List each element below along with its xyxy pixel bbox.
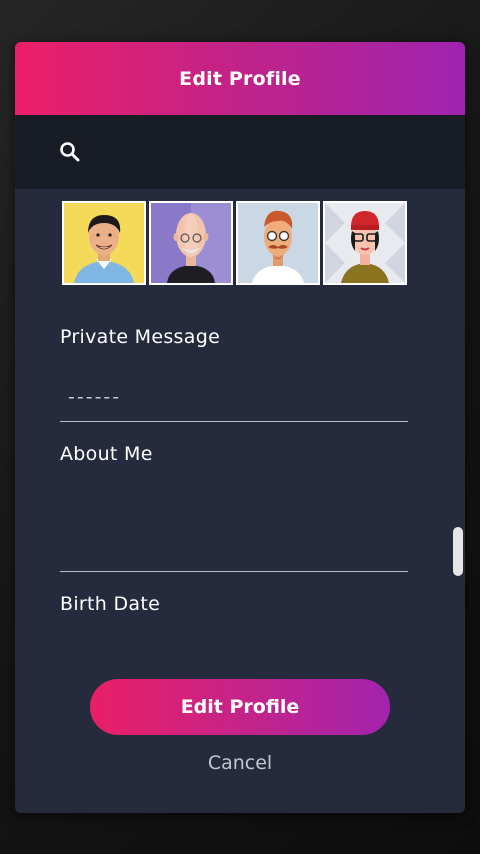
avatar-man-mustache[interactable]	[236, 201, 320, 285]
avatar-bald-man-glasses[interactable]	[149, 201, 233, 285]
avatar-man-smiling[interactable]	[62, 201, 146, 285]
about-me-textarea[interactable]	[60, 482, 412, 570]
about-me-label: About Me	[60, 443, 153, 465]
avatar-picker	[62, 201, 410, 285]
cancel-link[interactable]: Cancel	[15, 752, 465, 774]
modal-title: Edit Profile	[179, 67, 301, 90]
edit-profile-modal: Edit Profile Private Message ------ Abou…	[15, 42, 465, 813]
modal-header: Edit Profile	[15, 42, 465, 115]
private-message-underline	[60, 421, 408, 422]
avatar-woman-red-hat[interactable]	[323, 201, 407, 285]
search-bar	[15, 115, 465, 189]
birth-date-label: Birth Date	[60, 593, 161, 615]
private-message-input[interactable]	[60, 380, 408, 414]
search-input[interactable]	[95, 135, 439, 171]
scrollbar-thumb[interactable]	[453, 527, 463, 576]
search-icon[interactable]	[59, 141, 81, 163]
private-message-label: Private Message	[60, 326, 221, 348]
about-me-underline	[60, 571, 408, 572]
edit-profile-button[interactable]: Edit Profile	[90, 679, 390, 735]
